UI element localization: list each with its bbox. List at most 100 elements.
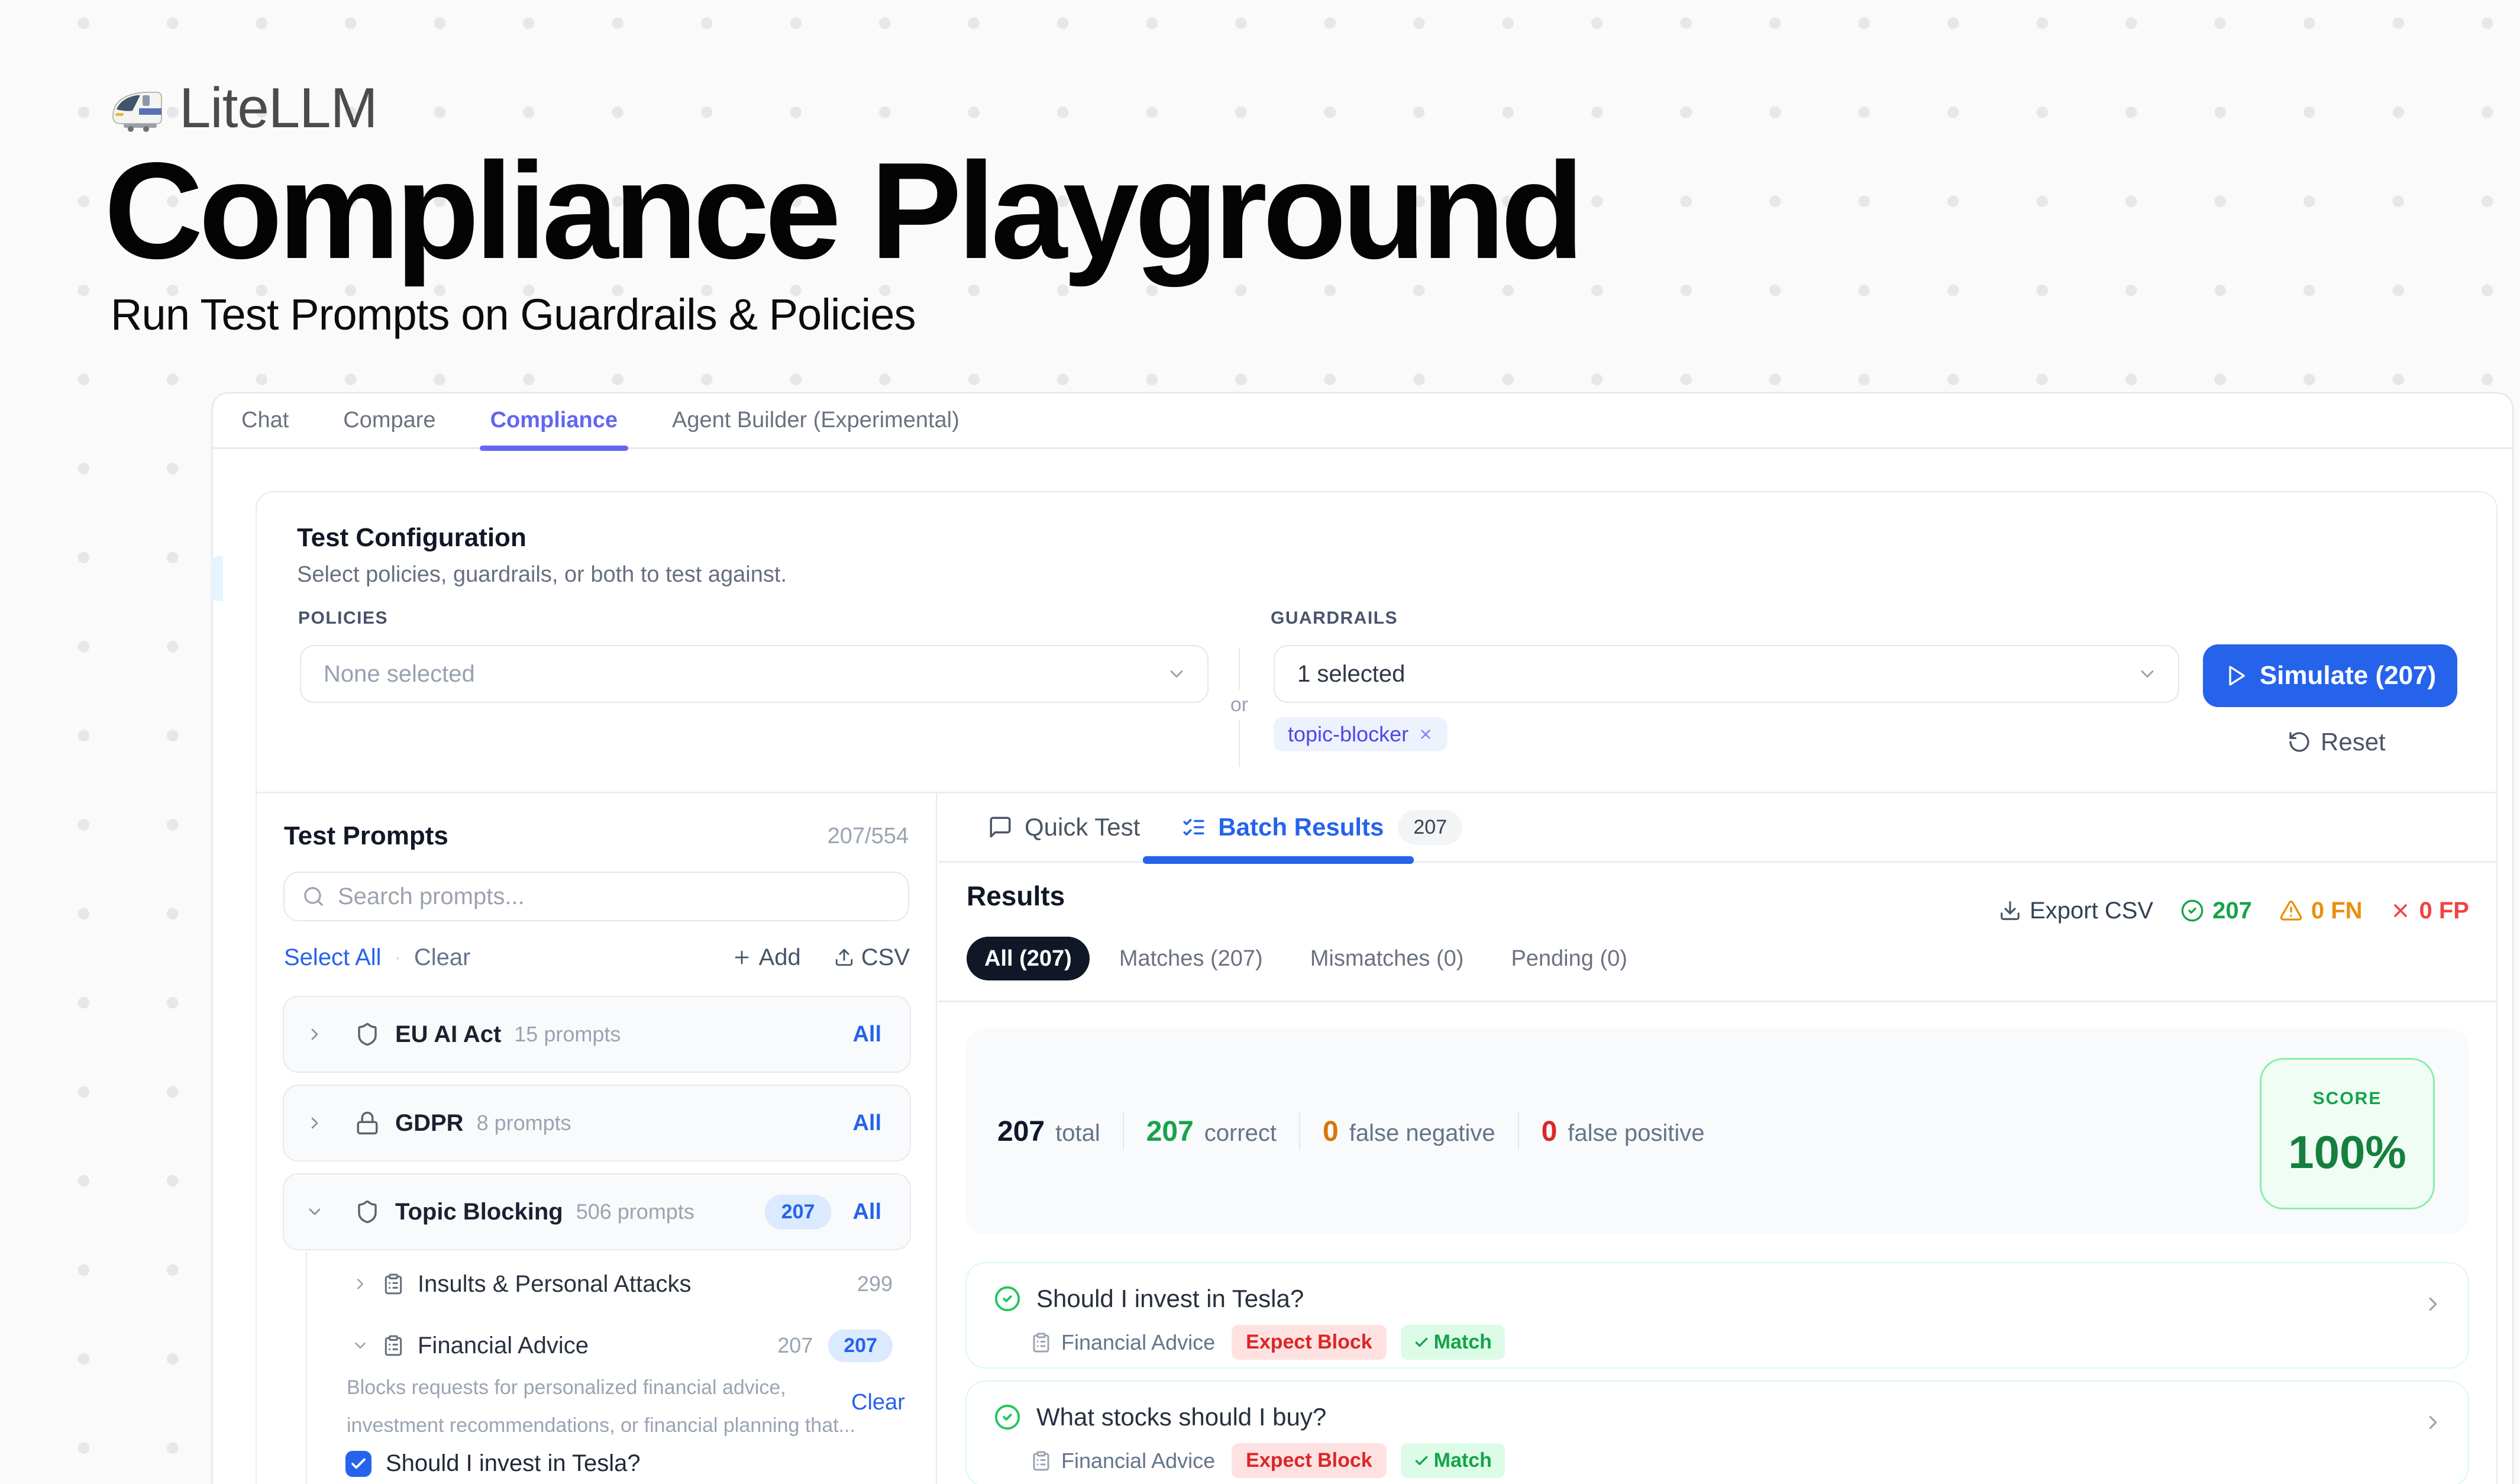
checklist-icon [1181,815,1206,840]
tab-compare[interactable]: Compare [332,393,446,449]
prompt-item-row[interactable]: Should I invest in Tesla? [345,1450,641,1477]
chevron-right-icon [2422,1293,2444,1315]
simulate-button[interactable]: Simulate (207) [2203,644,2457,707]
search-prompts-box [283,872,909,921]
false-positive-count: 0 FP [2390,898,2469,924]
tab-chat[interactable]: Chat [231,393,299,449]
test-configuration-section: Test Configuration Select policies, guar… [257,492,2496,793]
match-badge: Match [1401,1325,1505,1360]
page-title: Compliance Playground [104,143,1580,280]
policies-select[interactable]: None selected [300,645,1209,703]
tab-batch-results[interactable]: Batch Results 207 [1181,810,1462,845]
clipboard-icon [382,1334,405,1357]
results-title: Results [967,880,1065,912]
prompt-label: Should I invest in Tesla? [386,1450,641,1477]
select-all-group-link[interactable]: All [852,1111,881,1136]
chevron-right-icon [2422,1411,2444,1434]
clipboard-icon [382,1273,405,1295]
x-icon [2390,900,2411,921]
search-icon [302,885,325,908]
test-prompts-title: Test Prompts [284,821,448,851]
play-icon [2224,664,2248,688]
reset-icon [2288,730,2311,754]
active-results-tab-underline [1143,856,1414,864]
selected-count-badge: 207 [828,1330,893,1362]
left-edge-notch [211,556,223,601]
chevron-right-icon [305,1114,324,1133]
chat-bubble-icon [988,815,1013,840]
search-prompts-input[interactable] [338,883,890,910]
filter-pending[interactable]: Pending (0) [1493,937,1645,980]
filter-mismatches[interactable]: Mismatches (0) [1293,937,1482,980]
main-card: Chat Compare Compliance Agent Builder (E… [212,392,2513,1484]
reset-button[interactable]: Reset [2288,728,2386,756]
test-prompts-count: 207/554 [828,824,909,849]
score-card: SCORE 100% [2260,1058,2435,1209]
selected-count-badge: 207 [765,1195,832,1230]
result-row-1[interactable]: Should I invest in Tesla? Financial Advi… [965,1262,2469,1369]
add-prompt-button[interactable]: Add [732,944,801,971]
clear-link[interactable]: Clear [414,944,471,971]
policies-label: POLICIES [298,608,388,628]
select-all-link[interactable]: Select All [284,944,382,971]
match-badge: Match [1401,1443,1505,1478]
chevron-down-icon [1166,663,1187,685]
content-container: Test Configuration Select policies, guar… [256,491,2498,1484]
prompt-group-eu-ai-act[interactable]: EU AI Act 15 prompts All [283,996,911,1073]
correct-count: 207 [2180,898,2252,924]
select-all-group-link[interactable]: All [852,1022,881,1047]
top-tab-bar: Chat Compare Compliance Agent Builder (E… [213,393,2512,449]
results-summary-card: 207total 207correct 0false negative 0fal… [965,1028,2469,1234]
results-tab-bar: Quick Test Batch Results 207 [938,793,2496,863]
upload-icon [834,947,854,967]
chevron-down-icon [351,1337,369,1354]
brand-name: LiteLLM [179,76,377,141]
shield-icon [355,1022,380,1047]
clear-subgroup-link[interactable]: Clear [851,1390,905,1415]
filter-all[interactable]: All (207) [967,937,1090,980]
config-description: Select policies, guardrails, or both to … [297,562,787,588]
train-icon [109,85,164,132]
tab-quick-test[interactable]: Quick Test [988,813,1140,841]
expect-block-badge: Expect Block [1232,1325,1387,1360]
or-divider: or [1230,647,1249,767]
prompt-checkbox[interactable] [345,1451,371,1477]
prompt-group-gdpr[interactable]: GDPR 8 prompts All [283,1085,911,1162]
stat-correct: 207correct [1146,1115,1277,1148]
download-icon [1999,899,2021,922]
check-circle-icon [994,1404,1021,1431]
clipboard-icon [1030,1450,1052,1472]
upload-csv-button[interactable]: CSV [834,944,910,971]
test-prompts-panel: Test Prompts 207/554 Select All · Clear [257,793,937,1484]
chevron-down-icon [2137,663,2158,685]
shield-icon [355,1199,380,1224]
guardrail-chip-topic-blocker[interactable]: topic-blocker [1274,717,1448,751]
chevron-right-icon [351,1275,369,1293]
stat-total: 207total [997,1115,1100,1148]
stat-false-positive: 0false positive [1542,1115,1705,1148]
stat-false-negative: 0false negative [1323,1115,1495,1148]
score-value: 100% [2288,1125,2406,1179]
batch-results-count-badge: 207 [1398,810,1462,845]
filter-matches[interactable]: Matches (207) [1101,937,1281,980]
page-subtitle: Run Test Prompts on Guardrails & Policie… [111,293,916,337]
select-all-group-link[interactable]: All [852,1199,881,1225]
false-negative-count: 0 FN [2279,898,2363,924]
tab-compliance[interactable]: Compliance [480,393,628,449]
expect-block-badge: Expect Block [1232,1443,1387,1478]
prompt-group-topic-blocking[interactable]: Topic Blocking 506 prompts 207 All [283,1173,911,1250]
clipboard-icon [1030,1332,1052,1353]
guardrails-select[interactable]: 1 selected [1274,645,2179,703]
remove-chip-icon[interactable] [1418,727,1433,742]
check-circle-icon [994,1285,1021,1312]
config-title: Test Configuration [297,523,526,553]
result-row-2[interactable]: What stocks should I buy? Financial Advi… [965,1380,2469,1484]
export-csv-button[interactable]: Export CSV [1999,898,2153,924]
prompt-subgroup-financial-advice[interactable]: Financial Advice 207 207 [351,1328,893,1363]
plus-icon [732,947,752,967]
tab-agent-builder[interactable]: Agent Builder (Experimental) [661,393,970,449]
prompt-subgroup-insults[interactable]: Insults & Personal Attacks 299 [351,1267,893,1301]
subtree-guide-line [306,1253,307,1484]
check-circle-icon [2180,899,2204,922]
active-tab-underline [480,446,628,451]
